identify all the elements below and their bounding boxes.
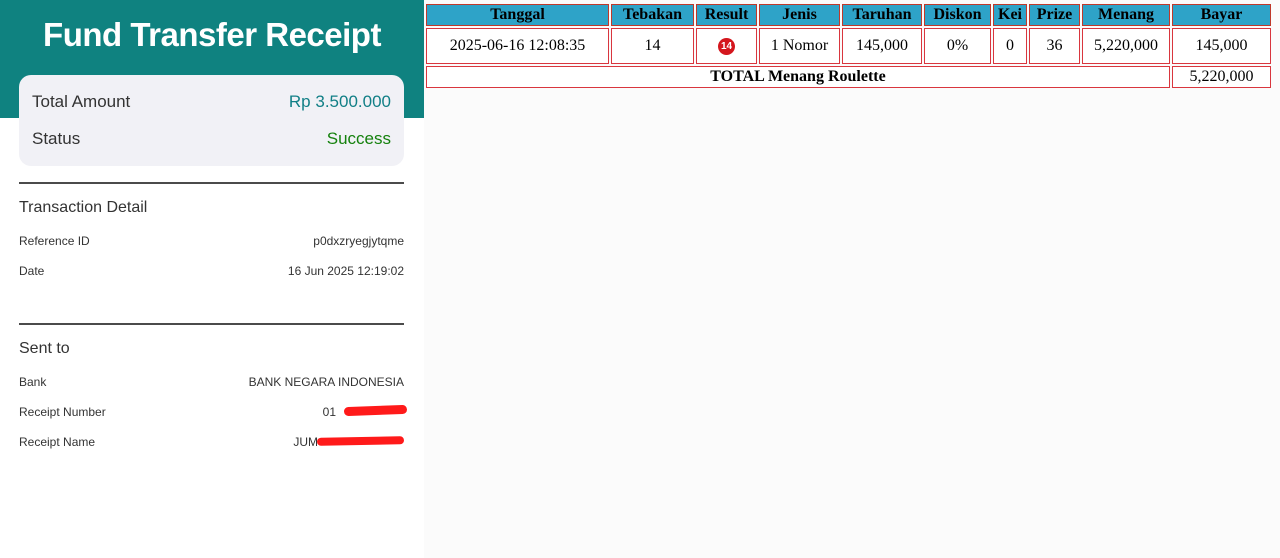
bet-table: Tanggal Tebakan Result Jenis Taruhan Dis…	[424, 2, 1273, 90]
cell-kei: 0	[993, 28, 1027, 64]
date-value: 16 Jun 2025 12:19:02	[287, 264, 404, 278]
result-ball-icon: 14	[718, 37, 735, 55]
cell-bayar: 145,000	[1172, 28, 1271, 64]
transaction-detail-title: Transaction Detail	[19, 199, 148, 216]
reference-id-row: Reference ID p0dxzryegjytqme	[19, 234, 404, 252]
summary-card: Total Amount Rp 3.500.000 Status Success	[19, 75, 404, 166]
total-label: TOTAL Menang Roulette	[426, 66, 1170, 88]
cell-diskon: 0%	[924, 28, 991, 64]
cell-tebakan: 14	[611, 28, 694, 64]
column-header-diskon: Diskon	[924, 4, 991, 26]
receipt-title: Fund Transfer Receipt	[43, 16, 381, 53]
cell-jenis: 1 Nomor	[759, 28, 840, 64]
sent-to-title: Sent to	[19, 340, 70, 357]
status-value: Success	[326, 129, 391, 148]
bank-label: Bank	[19, 375, 47, 389]
receipt-name-value: JUM	[293, 435, 318, 449]
redaction-mark	[316, 436, 405, 446]
column-header-prize: Prize	[1029, 4, 1080, 26]
divider	[19, 182, 404, 184]
status-label: Status	[32, 129, 81, 148]
cell-prize: 36	[1029, 28, 1080, 64]
column-header-jenis: Jenis	[759, 4, 840, 26]
table-row: 2025-06-16 12:08:35 14 14 1 Nomor 145,00…	[426, 28, 1271, 64]
cell-tanggal: 2025-06-16 12:08:35	[426, 28, 609, 64]
total-value: 5,220,000	[1172, 66, 1271, 88]
column-header-bayar: Bayar	[1172, 4, 1271, 26]
reference-id-value: p0dxzryegjytqme	[313, 234, 404, 248]
column-header-taruhan: Taruhan	[842, 4, 922, 26]
column-header-result: Result	[696, 4, 757, 26]
column-header-menang: Menang	[1082, 4, 1170, 26]
date-row: Date 16 Jun 2025 12:19:02	[19, 264, 404, 282]
bet-result-area: Tanggal Tebakan Result Jenis Taruhan Dis…	[424, 0, 1280, 558]
divider	[19, 323, 404, 325]
cell-taruhan: 145,000	[842, 28, 922, 64]
total-amount-label: Total Amount	[32, 92, 131, 111]
column-header-kei: Kei	[993, 4, 1027, 26]
column-header-tebakan: Tebakan	[611, 4, 694, 26]
fund-transfer-receipt: Fund Transfer Receipt Total Amount Rp 3.…	[0, 0, 424, 558]
table-header-row: Tanggal Tebakan Result Jenis Taruhan Dis…	[426, 4, 1271, 26]
table-total-row: TOTAL Menang Roulette 5,220,000	[426, 66, 1271, 88]
total-amount-row: Total Amount Rp 3.500.000	[32, 92, 391, 116]
status-row: Status Success	[32, 129, 391, 153]
date-label: Date	[19, 264, 45, 278]
reference-id-label: Reference ID	[19, 234, 90, 248]
total-amount-value: Rp 3.500.000	[288, 92, 391, 111]
receipt-number-label: Receipt Number	[19, 405, 106, 419]
column-header-tanggal: Tanggal	[426, 4, 609, 26]
bank-value: BANK NEGARA INDONESIA	[248, 375, 404, 389]
receipt-name-label: Receipt Name	[19, 435, 96, 449]
cell-menang: 5,220,000	[1082, 28, 1170, 64]
receipt-number-value: 01	[322, 405, 336, 419]
bank-row: Bank BANK NEGARA INDONESIA	[19, 375, 404, 393]
cell-result: 14	[696, 28, 757, 64]
